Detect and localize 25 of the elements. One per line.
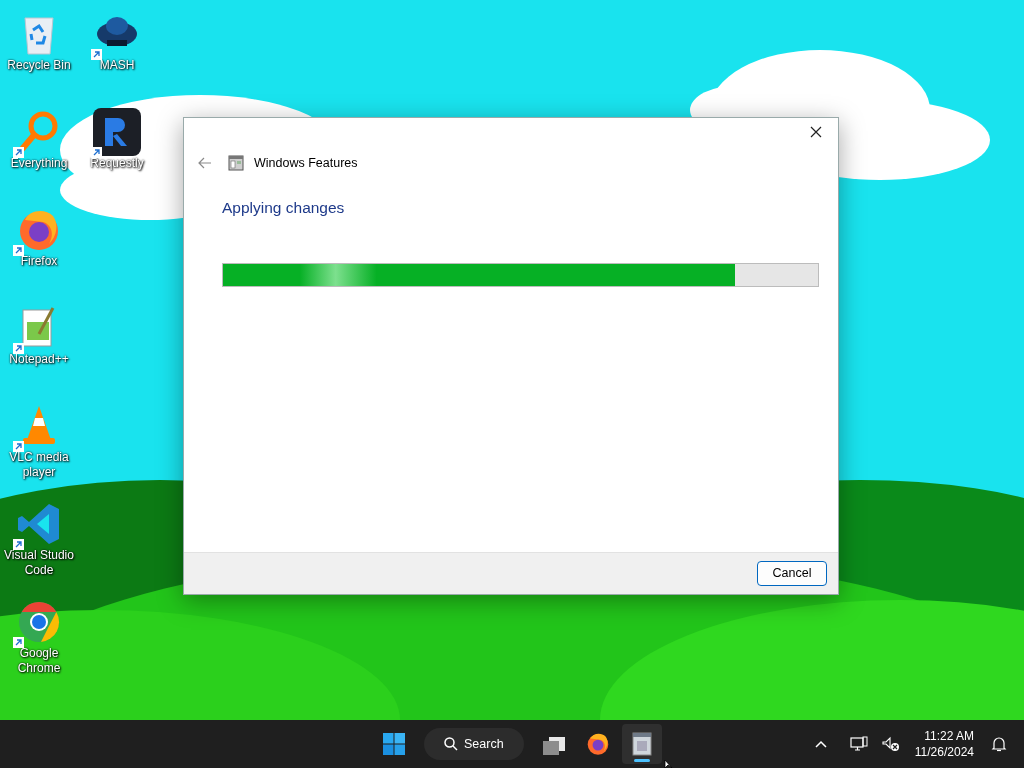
dialog-heading: Applying changes (222, 198, 346, 218)
cancel-button[interactable]: Cancel (757, 561, 827, 586)
taskbar-app-button[interactable] (621, 724, 662, 764)
clock-button[interactable]: 11:22 AM 11/26/2024 (908, 728, 980, 760)
icon-label[interactable]: Firefox (2, 254, 76, 269)
icon-label[interactable]: Notepad++ (2, 352, 76, 367)
window-icon (228, 155, 244, 171)
close-icon (810, 126, 822, 138)
icon-label[interactable]: Everything (2, 156, 76, 171)
icon-label[interactable]: Requestly (80, 156, 154, 171)
icon-label[interactable]: Recycle Bin (2, 58, 76, 73)
icon-label[interactable]: VLC media player (2, 450, 76, 480)
app-tile-icon[interactable] (93, 108, 141, 156)
icon-label[interactable]: Visual Studio Code (2, 548, 76, 578)
search-button[interactable]: Search (424, 728, 524, 760)
chevron-up-icon (814, 740, 827, 748)
icon-label[interactable]: Google Chrome (2, 646, 76, 676)
bell-icon (991, 736, 1007, 752)
back-arrow-icon (198, 157, 212, 169)
window-title: Windows Features (254, 154, 358, 172)
volume-muted-icon (881, 736, 900, 752)
icon-label[interactable]: MASH (80, 58, 154, 73)
start-icon (383, 733, 405, 755)
network-icon (849, 736, 868, 752)
search-icon (444, 737, 458, 751)
